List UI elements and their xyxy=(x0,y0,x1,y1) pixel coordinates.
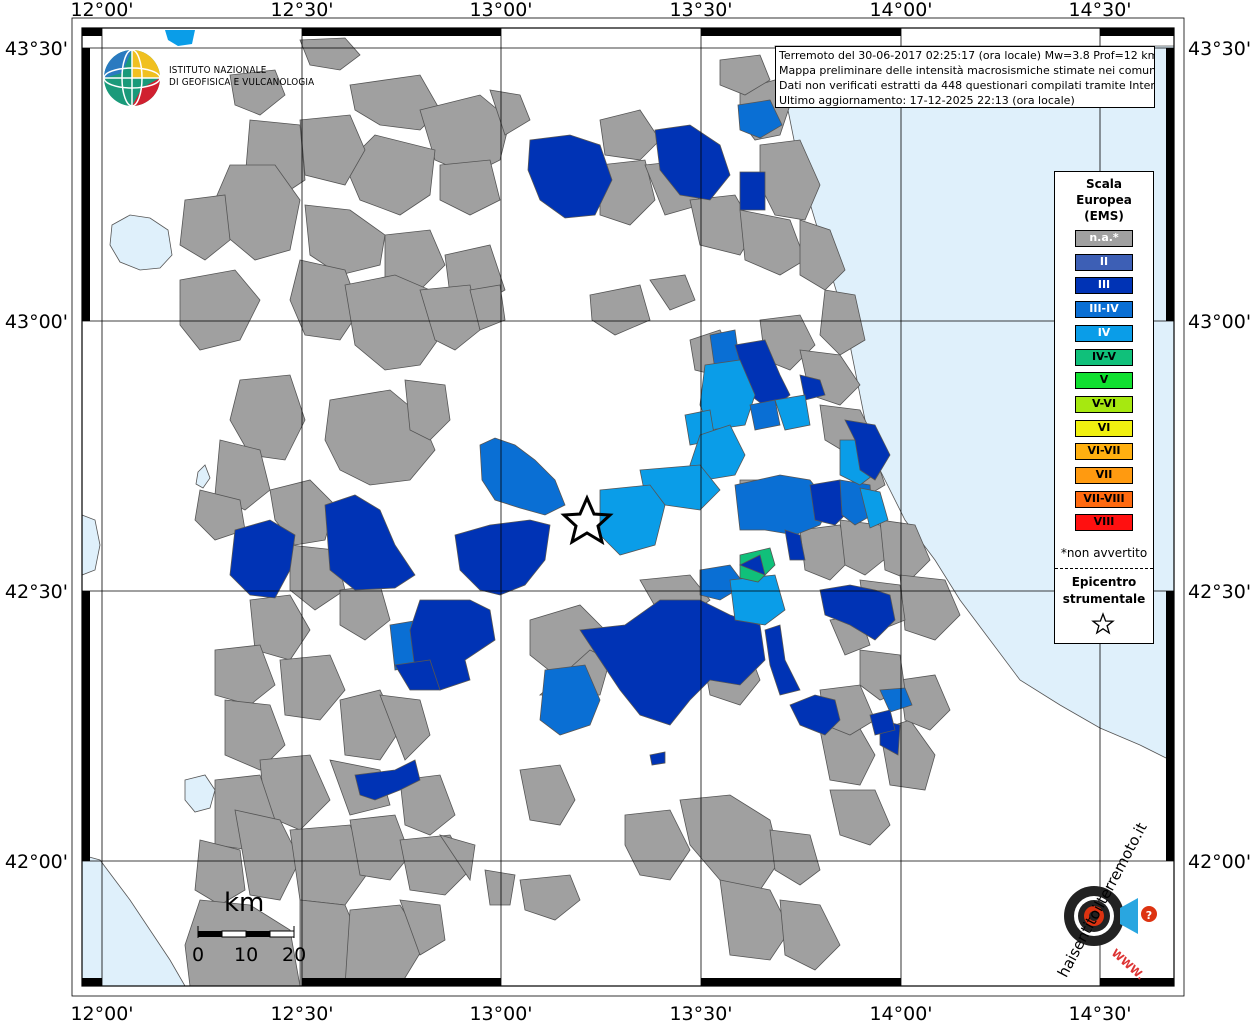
tick-right-0: 43°30' xyxy=(1188,38,1251,60)
legend-item: IV-V xyxy=(1075,348,1133,366)
scale-bar: km 0 10 20 xyxy=(188,888,318,968)
legend-epicenter-label: Epicentro strumentale xyxy=(1055,574,1153,608)
left-tick-labels: 43°30' 43°00' 42°30' 42°00' xyxy=(5,38,68,873)
legend-item: VIII xyxy=(1075,514,1133,532)
legend-title-line1: Scala xyxy=(1085,177,1123,191)
tick-left-2: 42°30' xyxy=(5,581,68,603)
legend-item: VI-VII xyxy=(1075,443,1133,461)
legend-item: II xyxy=(1075,253,1133,271)
legend-item: IV xyxy=(1075,324,1133,342)
tick-bottom-0: 12°00' xyxy=(70,1003,133,1024)
tick-top-5: 14°30' xyxy=(1068,0,1131,21)
legend-item: V xyxy=(1075,372,1133,390)
bottom-tick-labels: 12°00' 12°30' 13°00' 13°30' 14°00' 14°30… xyxy=(70,1003,1131,1024)
ingv-logo: ISTITUTO NAZIONALE DI GEOFISICA E VULCAN… xyxy=(102,48,314,112)
institute-line1: ISTITUTO NAZIONALE xyxy=(169,65,267,76)
tick-left-0: 43°30' xyxy=(5,38,68,60)
legend-note: *non avvertito xyxy=(1060,546,1148,560)
legend-item: VI xyxy=(1075,419,1133,437)
legend-item: VII xyxy=(1075,467,1133,484)
scale-label-0: 0 xyxy=(192,944,205,966)
globe-icon xyxy=(103,49,161,107)
event-info-box: Terremoto del 30-06-2017 02:25:17 (ora l… xyxy=(775,46,1155,108)
legend-item: III xyxy=(1075,277,1133,295)
legend-epicenter-line2: strumentale xyxy=(1062,592,1146,606)
scale-bar-graphic xyxy=(197,926,295,938)
tick-bottom-2: 13°00' xyxy=(469,1003,532,1024)
legend-item: VII-VIII xyxy=(1075,490,1133,508)
tick-bottom-5: 14°30' xyxy=(1068,1003,1131,1024)
scale-label-20: 20 xyxy=(282,944,307,966)
tick-right-2: 42°30' xyxy=(1188,581,1251,603)
star-icon xyxy=(1091,612,1115,635)
tick-right-1: 43°00' xyxy=(1188,311,1251,333)
event-info-line2: Mappa preliminare delle intensità macros… xyxy=(779,64,1155,77)
institute-line2: DI GEOFISICA E VULCANOLOGIA xyxy=(169,77,315,88)
legend-title: Scala Europea (EMS) xyxy=(1055,176,1153,224)
scale-label-10: 10 xyxy=(234,944,259,966)
tick-top-4: 14°00' xyxy=(869,0,932,21)
event-info-line4: Ultimo aggiornamento: 17-12-2025 22:13 (… xyxy=(779,94,1075,107)
institute-name: ISTITUTO NAZIONALE DI GEOFISICA E VULCAN… xyxy=(169,65,314,89)
right-tick-labels: 43°30' 43°00' 42°30' 42°00' xyxy=(1188,38,1251,873)
svg-text:?: ? xyxy=(1146,909,1152,922)
tick-bottom-3: 13°30' xyxy=(669,1003,732,1024)
event-info-line3: Dati non verificati estratti da 448 ques… xyxy=(779,79,1155,92)
legend-epicenter-line1: Epicentro xyxy=(1071,575,1137,589)
tick-top-3: 13°30' xyxy=(669,0,732,21)
legend-title-line3: (EMS) xyxy=(1084,209,1124,223)
ems-legend: Scala Europea (EMS) n.a.* II III III-IV IV IV… xyxy=(1054,171,1154,644)
tick-top-2: 13°00' xyxy=(469,0,532,21)
legend-item: III-IV xyxy=(1075,301,1133,319)
tick-top-1: 12°30' xyxy=(270,0,333,21)
tick-top-0: 12°00' xyxy=(70,0,133,21)
tick-left-3: 42°00' xyxy=(5,851,68,873)
tick-bottom-4: 14°00' xyxy=(869,1003,932,1024)
legend-item: V-VI xyxy=(1075,395,1133,413)
haisentito-logo: ? haisentitoilterremoto.it WWW. xyxy=(1036,820,1166,983)
event-info-line1: Terremoto del 30-06-2017 02:25:17 (ora l… xyxy=(779,49,1155,62)
tick-bottom-1: 12°30' xyxy=(270,1003,333,1024)
tick-left-1: 43°00' xyxy=(5,311,68,333)
legend-separator xyxy=(1055,568,1153,569)
tick-right-3: 42°00' xyxy=(1188,851,1251,873)
legend-item: n.a.* xyxy=(1075,230,1133,247)
legend-title-line2: Europea xyxy=(1076,193,1132,207)
